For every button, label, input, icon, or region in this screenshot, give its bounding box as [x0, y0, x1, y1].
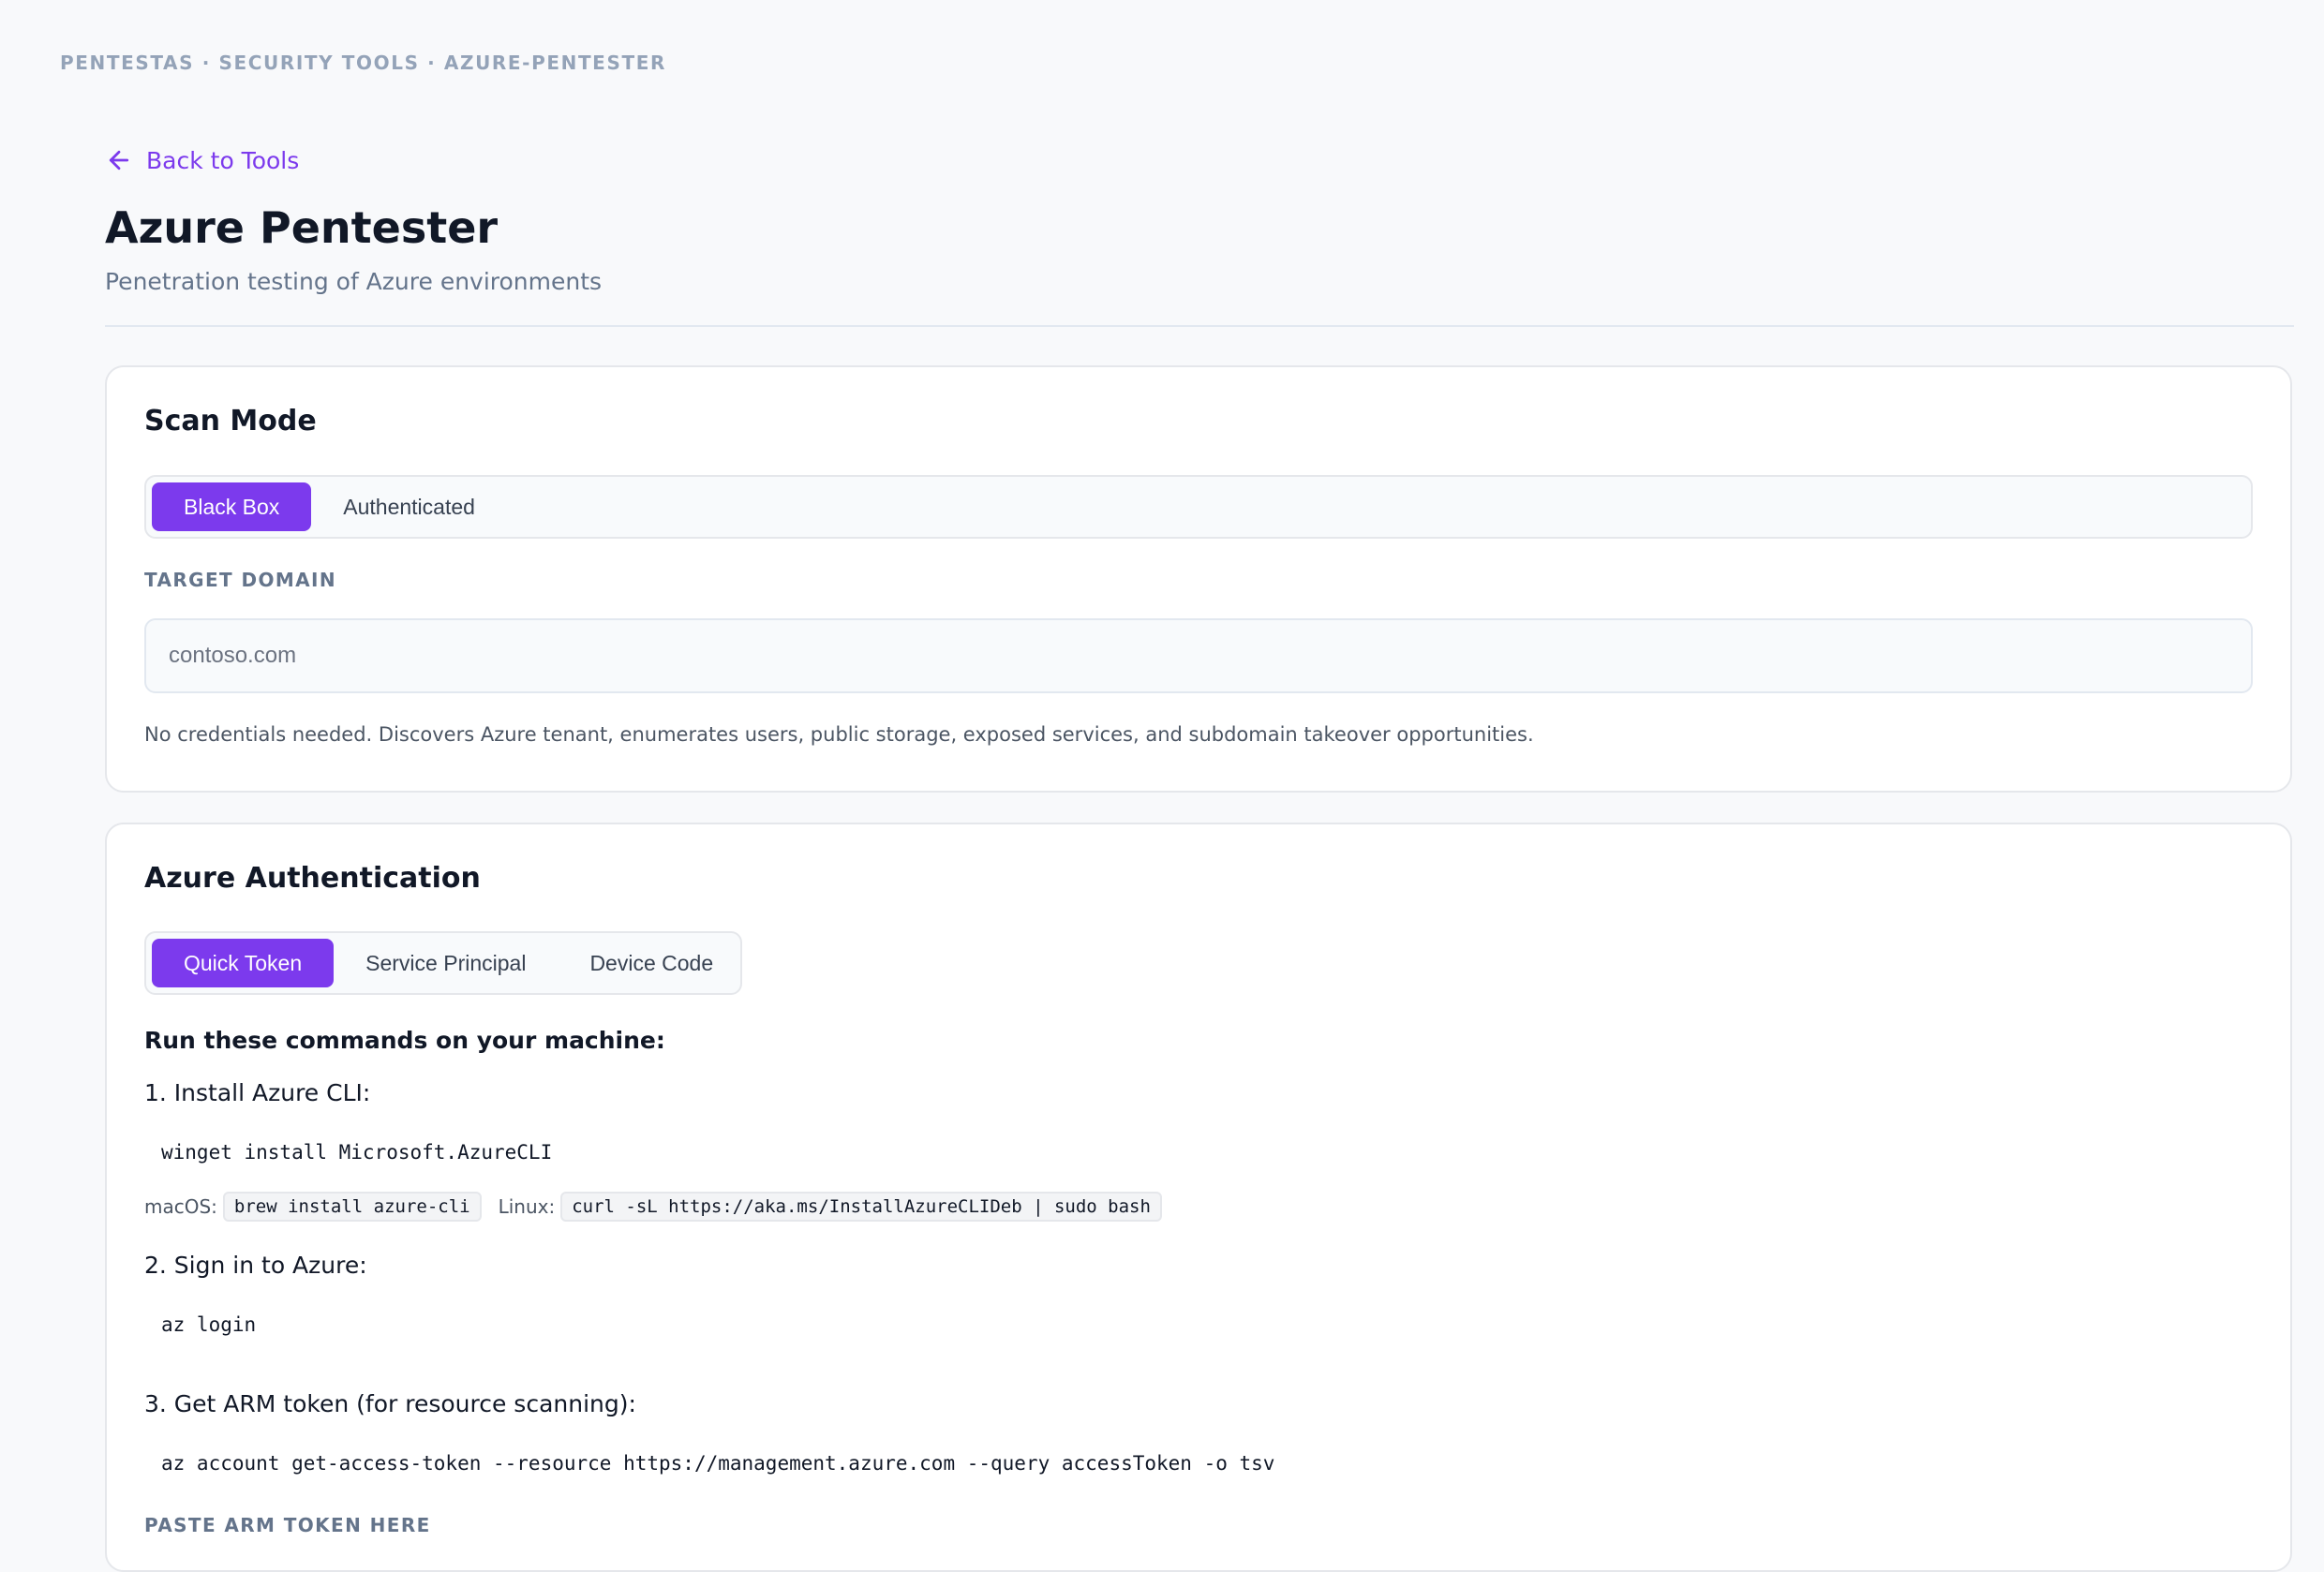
arrow-left-icon — [105, 146, 133, 174]
install-command: winget install Microsoft.AzureCLI — [161, 1141, 553, 1164]
instructions-heading: Run these commands on your machine: — [144, 1027, 665, 1054]
tab-quick-token[interactable]: Quick Token — [152, 939, 335, 987]
tab-service-principal[interactable]: Service Principal — [334, 939, 558, 987]
linux-command: curl -sL https://aka.ms/InstallAzureCLID… — [560, 1192, 1162, 1222]
target-domain-label: TARGET DOMAIN — [144, 569, 337, 591]
scan-mode-card: Scan Mode Black Box Authenticated TARGET… — [105, 365, 2292, 793]
scan-mode-selector: Black Box Authenticated — [144, 475, 2253, 539]
scan-mode-option-black-box[interactable]: Black Box — [152, 482, 312, 531]
auth-method-tabs: Quick Token Service Principal Device Cod… — [144, 931, 742, 995]
step-sign-in-label: 2. Sign in to Azure: — [144, 1252, 367, 1279]
scan-mode-title: Scan Mode — [144, 405, 317, 437]
azure-auth-title: Azure Authentication — [144, 862, 481, 895]
page-subtitle: Penetration testing of Azure environment… — [105, 268, 603, 295]
macos-label: macOS: — [144, 1195, 217, 1218]
back-to-tools-link[interactable]: Back to Tools — [105, 146, 299, 174]
linux-label: Linux: — [498, 1195, 556, 1218]
step-install-label: 1. Install Azure CLI: — [144, 1079, 371, 1106]
install-alternatives: macOS: brew install azure-cli Linux: cur… — [144, 1192, 1179, 1222]
back-link-label: Back to Tools — [146, 146, 300, 174]
scan-mode-option-authenticated[interactable]: Authenticated — [311, 482, 507, 531]
header-divider — [105, 325, 2294, 327]
login-command: az login — [161, 1313, 257, 1336]
page-title: Azure Pentester — [105, 202, 499, 253]
tab-device-code[interactable]: Device Code — [558, 939, 745, 987]
token-command: az account get-access-token --resource h… — [161, 1452, 1275, 1475]
scan-mode-hint: No credentials needed. Discovers Azure t… — [144, 723, 1534, 746]
macos-command: brew install azure-cli — [222, 1192, 482, 1222]
breadcrumb: PENTESTAS · SECURITY TOOLS · AZURE-PENTE… — [60, 52, 666, 74]
step-token-label: 3. Get ARM token (for resource scanning)… — [144, 1390, 636, 1417]
target-domain-input[interactable] — [144, 618, 2253, 693]
azure-auth-card: Azure Authentication Quick Token Service… — [105, 823, 2292, 1572]
paste-token-label: PASTE ARM TOKEN HERE — [144, 1514, 431, 1536]
